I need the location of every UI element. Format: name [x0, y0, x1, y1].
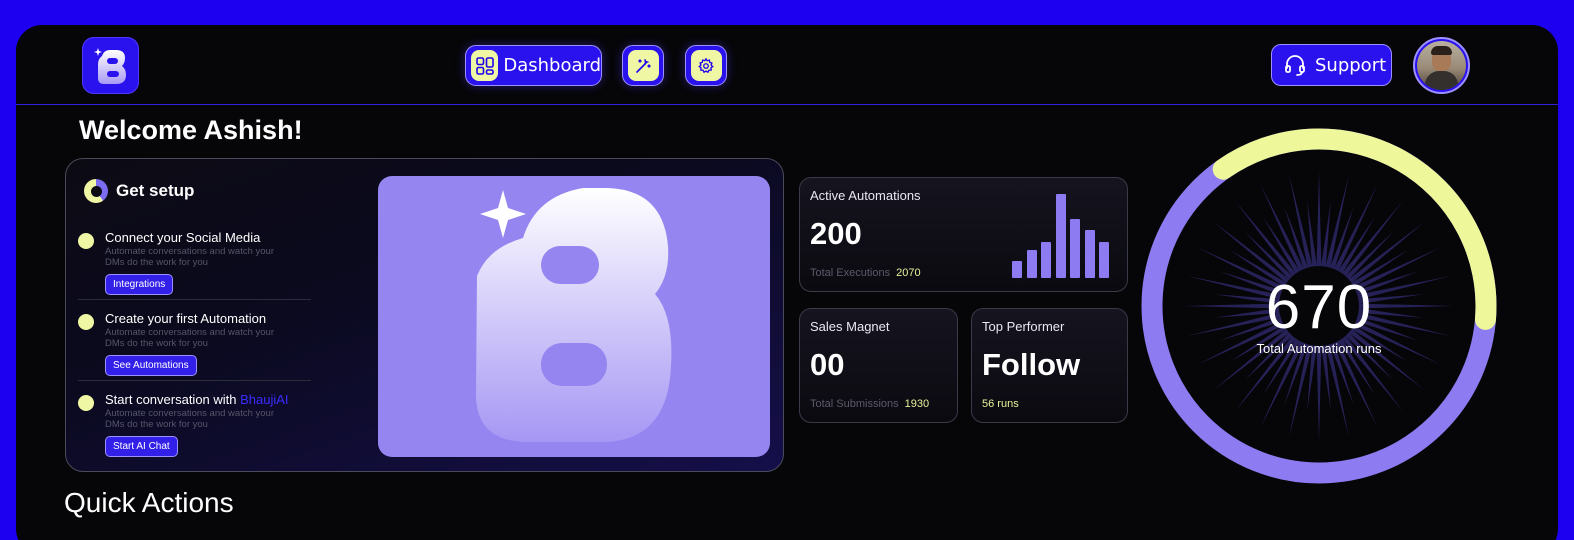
get-setup-card: Get setup Connect your Social Media Auto…: [65, 158, 784, 472]
card-value: Follow: [982, 347, 1081, 382]
sub-value: 2070: [896, 267, 921, 279]
magic-wand-icon: [627, 50, 659, 81]
step-title-prefix: Start conversation with: [105, 392, 241, 407]
setup-title-label: Get setup: [116, 181, 195, 200]
card-subtext: Total Submissions 1930: [810, 398, 929, 410]
nav-settings-button[interactable]: [685, 45, 727, 86]
top-performer-card: Top Performer Follow 56 runs: [971, 308, 1128, 423]
divider: [78, 380, 311, 381]
step-title: Connect your Social Media: [105, 230, 261, 245]
support-label: Support: [1315, 54, 1387, 76]
card-value: 200: [810, 216, 862, 251]
nav-automations-button[interactable]: [622, 45, 664, 86]
top-bar: Dashboard Support: [16, 25, 1558, 105]
mini-bar-chart: [1012, 194, 1112, 278]
app-frame: Dashboard Support Welcome Ashish! Get se…: [16, 25, 1558, 540]
gauge-label: Total Automation runs: [1256, 341, 1382, 356]
step-description: Automate conversations and watch your DM…: [105, 246, 274, 268]
avatar[interactable]: [1413, 37, 1470, 94]
step-dot: [78, 314, 94, 330]
support-button[interactable]: Support: [1271, 44, 1392, 86]
card-subtext: 56 runs: [982, 398, 1019, 410]
hero-logo-image: [378, 176, 770, 457]
mini-bar: [1070, 219, 1080, 278]
headset-icon: [1285, 55, 1305, 76]
active-automations-card: Active Automations 200 Total Executions 2…: [799, 177, 1128, 292]
step-title: Create your first Automation: [105, 311, 267, 326]
sub-value: 1930: [904, 398, 930, 410]
card-label: Top Performer: [982, 319, 1065, 334]
sparkle-icon: [480, 190, 526, 238]
sales-magnet-card: Sales Magnet 00 Total Submissions 1930: [799, 308, 958, 423]
mini-bar: [1055, 194, 1066, 278]
nav-dashboard-button[interactable]: Dashboard: [465, 45, 602, 86]
gear-icon: [690, 50, 722, 81]
card-label: Active Automations: [810, 188, 921, 203]
mini-bar: [1099, 241, 1109, 278]
step-title: Start conversation with BhaujiAI: [105, 392, 289, 407]
step-dot: [78, 233, 94, 249]
divider: [78, 299, 311, 300]
card-subtext: Total Executions 2070: [810, 267, 921, 279]
card-label: Sales Magnet: [810, 319, 890, 334]
mini-bar: [1026, 250, 1037, 278]
mini-bar: [1012, 261, 1022, 278]
welcome-heading: Welcome Ashish!: [79, 115, 303, 145]
ai-name-link[interactable]: BhaujiAI: [240, 392, 288, 407]
step-description: Automate conversations and watch your DM…: [105, 327, 274, 349]
progress-ring-icon: [84, 179, 108, 203]
grid-icon: [471, 50, 499, 81]
quick-actions-heading: Quick Actions: [64, 487, 234, 518]
mini-bar: [1041, 241, 1051, 278]
sub-label: Total Submissions: [810, 398, 899, 410]
avatar-image: [1417, 41, 1466, 90]
sub-label: Total Executions: [810, 267, 891, 279]
gauge-value: 670: [1265, 273, 1373, 342]
setup-title: Get setup: [84, 179, 194, 203]
logo-icon[interactable]: [82, 37, 139, 94]
nav-dashboard-label: Dashboard: [503, 55, 601, 76]
step-dot: [78, 395, 94, 411]
card-value: 00: [810, 347, 845, 382]
start-ai-chat-button[interactable]: Start AI Chat: [105, 436, 178, 457]
total-runs-gauge: 670 Total Automation runs: [1140, 127, 1498, 485]
step-description: Automate conversations and watch your DM…: [105, 408, 274, 430]
see-automations-button[interactable]: See Automations: [105, 355, 197, 376]
mini-bar: [1084, 230, 1095, 278]
integrations-button[interactable]: Integrations: [105, 274, 174, 295]
